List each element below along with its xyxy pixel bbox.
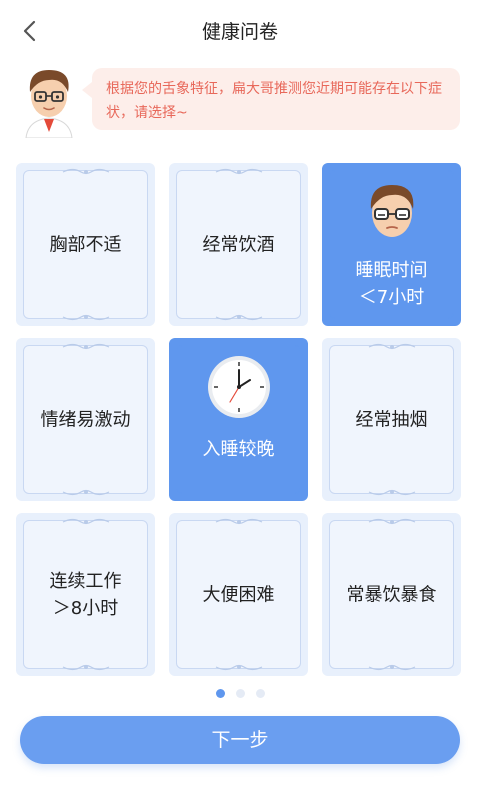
page-dot-2[interactable] xyxy=(235,689,245,698)
ornament-icon xyxy=(368,518,415,525)
ornament-icon xyxy=(62,343,109,350)
ornament-icon xyxy=(215,168,262,175)
option-card-short-sleep[interactable]: 睡眠时间 ＜7小时 xyxy=(322,163,461,326)
option-label: 经常抽烟 xyxy=(355,409,428,430)
ornament-icon xyxy=(215,518,262,525)
option-card-irritable[interactable]: 情绪易激动 xyxy=(16,338,155,501)
page-title: 健康问卷 xyxy=(201,21,278,43)
ornament-icon xyxy=(62,489,109,496)
option-card-chest-discomfort[interactable]: 胸部不适 xyxy=(16,163,155,326)
option-card-long-work-hours[interactable]: 连续工作 ＞8小时 xyxy=(16,513,155,676)
next-step-button[interactable]: 下一步 xyxy=(20,716,460,764)
page-dot-1[interactable] xyxy=(215,689,225,698)
assistant-message: 根据您的舌象特征，扁大哥推测您近期可能存在以下症状，请选择~ xyxy=(12,62,472,142)
ornament-icon xyxy=(215,664,262,671)
doctor-face-icon xyxy=(370,185,413,237)
option-card-late-sleep[interactable]: 入睡较晚 xyxy=(169,338,308,501)
option-label: 经常饮酒 xyxy=(202,234,275,255)
doctor-avatar xyxy=(25,70,73,138)
ornament-icon xyxy=(62,518,109,525)
option-label: 常暴饮暴食 xyxy=(346,584,437,605)
ornament-icon xyxy=(62,168,109,175)
option-label: 入睡较晚 xyxy=(202,439,275,460)
option-card-frequent-smoking[interactable]: 经常抽烟 xyxy=(322,338,461,501)
option-label: 连续工作 ＞8小时 xyxy=(49,570,122,619)
ornament-icon xyxy=(215,314,262,321)
option-label: 情绪易激动 xyxy=(40,409,131,430)
option-card-overeating[interactable]: 常暴饮暴食 xyxy=(322,513,461,676)
clock-icon xyxy=(207,356,270,418)
page-indicator xyxy=(0,689,480,698)
ornament-icon xyxy=(62,314,109,321)
ornament-icon xyxy=(368,489,415,496)
assistant-bubble-text: 根据您的舌象特征，扁大哥推测您近期可能存在以下症状，请选择~ xyxy=(82,68,460,130)
option-label: 胸部不适 xyxy=(49,234,122,255)
header-bar: 健康问卷 xyxy=(0,0,480,62)
option-label: 睡眠时间 ＜7小时 xyxy=(355,260,428,308)
ornament-icon xyxy=(368,343,415,350)
option-card-constipation[interactable]: 大便困难 xyxy=(169,513,308,676)
ornament-icon xyxy=(368,664,415,671)
option-label: 大便困难 xyxy=(202,584,275,605)
page-dot-3[interactable] xyxy=(255,689,265,698)
ornament-icon xyxy=(62,664,109,671)
option-card-frequent-drinking[interactable]: 经常饮酒 xyxy=(169,163,308,326)
